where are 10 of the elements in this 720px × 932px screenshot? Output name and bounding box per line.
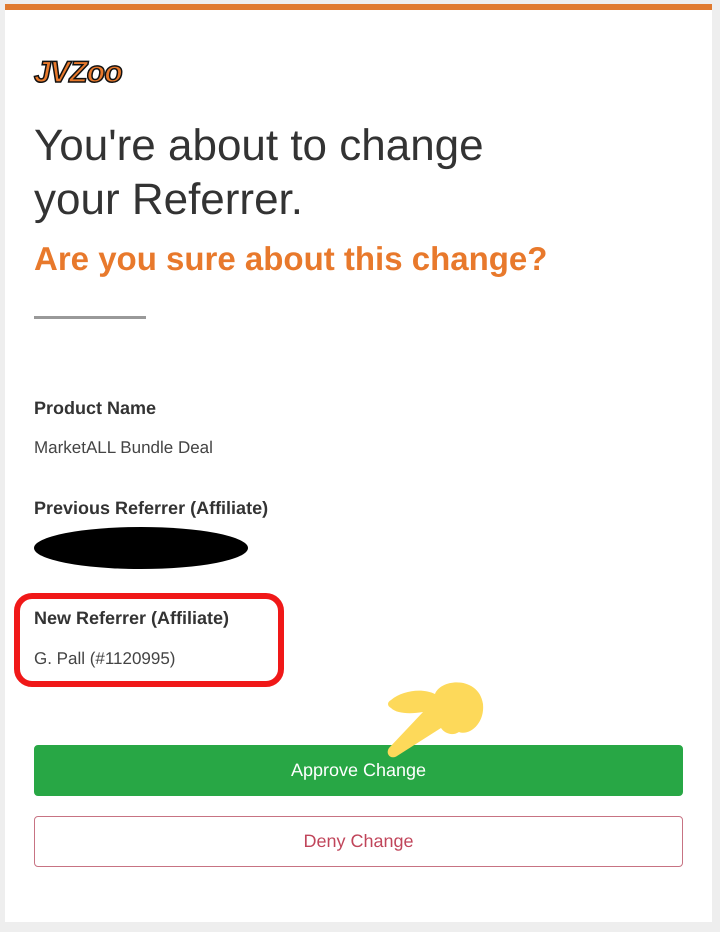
field-value: G. Pall (#1120995) (34, 648, 176, 670)
logo: JVZoo (34, 55, 122, 91)
field-label: Product Name (34, 396, 158, 420)
field-label: New Referrer (Affiliate) (34, 607, 230, 630)
approve-button[interactable]: Approve Change (34, 745, 683, 796)
deny-button[interactable]: Deny Change (34, 816, 683, 868)
field-label: Previous Referrer (Affiliate) (34, 496, 270, 520)
page-title: You're about to change your Referrer. (34, 120, 485, 226)
page-subtitle: Are you sure about this change? (34, 239, 548, 280)
field-value: MarketALL Bundle Deal (34, 437, 214, 460)
